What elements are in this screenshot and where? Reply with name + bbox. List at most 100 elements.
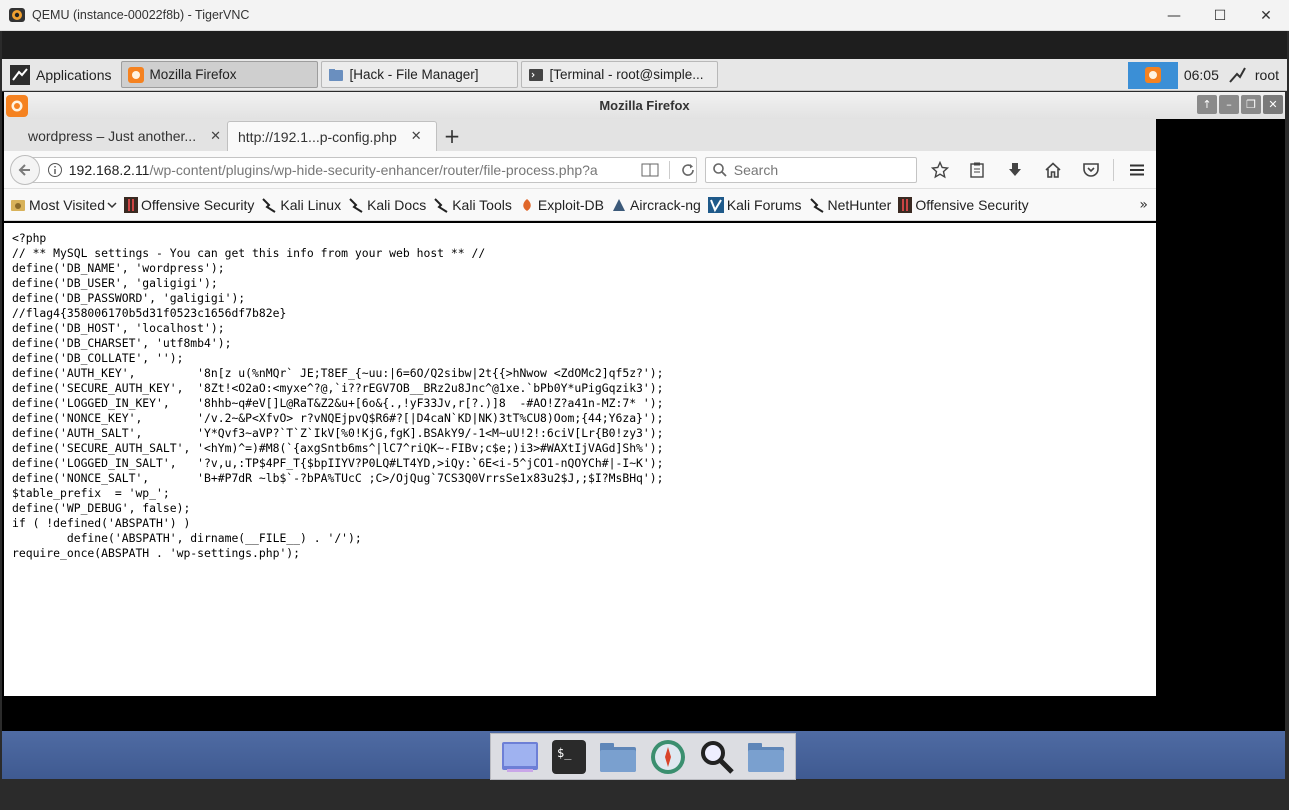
dock-item-browser[interactable] <box>647 736 689 778</box>
applications-label: Applications <box>36 66 112 83</box>
tab-label: wordpress – Just another... <box>28 128 197 144</box>
magnifier-icon <box>700 740 734 774</box>
url-bar[interactable]: 192.168.2.11/wp-content/plugins/wp-hide-… <box>31 156 697 183</box>
back-button[interactable] <box>10 154 40 185</box>
tigervnc-icon <box>9 8 25 22</box>
tab-close-icon[interactable]: ✕ <box>411 129 422 144</box>
dock-item-files[interactable] <box>597 736 639 778</box>
window-close-button[interactable]: ✕ <box>1263 95 1283 114</box>
bookmark-kali-docs[interactable]: Kali Docs <box>348 197 426 213</box>
reader-view-icon[interactable] <box>641 162 659 178</box>
dock-item-search[interactable] <box>696 736 738 778</box>
tab-wp-config[interactable]: http://192.1...p-config.php ✕ <box>227 121 437 151</box>
bookmark-label: Offensive Security <box>915 196 1029 213</box>
applications-menu-button[interactable]: Applications <box>4 61 118 89</box>
task-firefox[interactable]: Mozilla Firefox <box>120 61 318 88</box>
kali-user-icon[interactable] <box>1227 65 1247 85</box>
bookmark-nethunter[interactable]: NetHunter <box>809 197 891 213</box>
bookmarks-toolbar: Most Visited Offensive Security Kali Lin… <box>4 189 1156 221</box>
pocket-icon <box>1082 162 1099 177</box>
offsec-icon <box>124 196 138 213</box>
minimize-button[interactable]: — <box>1151 0 1197 31</box>
url-host: 192.168.2.11 <box>68 161 150 178</box>
bookmark-label: Kali Tools <box>452 196 512 213</box>
gear-folder-icon <box>11 199 25 211</box>
pocket-button[interactable] <box>1072 155 1110 185</box>
bookmark-most-visited[interactable]: Most Visited <box>10 197 117 213</box>
bookmark-aircrack-ng[interactable]: Aircrack-ng <box>611 197 701 213</box>
vnc-window-title: QEMU (instance-00022f8b) - TigerVNC <box>32 8 250 22</box>
tab-strip: wordpress – Just another... ✕ http://192… <box>4 119 1156 151</box>
bookmark-star-button[interactable] <box>921 155 959 185</box>
dock-item-folder[interactable] <box>745 736 787 778</box>
star-icon <box>930 160 949 178</box>
home-icon <box>1045 161 1061 178</box>
search-icon <box>712 162 727 177</box>
firefox-icon <box>6 95 28 117</box>
bookmark-label: Kali Linux <box>280 196 342 213</box>
tray-firefox-workspace[interactable] <box>1127 61 1178 89</box>
bookmark-exploit-db[interactable]: Exploit-DB <box>519 197 604 213</box>
bookmark-label: Offensive Security <box>141 196 255 213</box>
firefox-icon <box>1144 67 1161 83</box>
task-file-manager[interactable]: [Hack - File Manager] <box>320 61 518 88</box>
download-arrow-icon <box>1009 162 1022 176</box>
terminal-icon: $_ <box>551 739 586 774</box>
bookmark-offensive-security[interactable]: Offensive Security <box>124 196 255 213</box>
bookmark-label: Kali Docs <box>367 196 427 213</box>
navigation-toolbar: 192.168.2.11/wp-content/plugins/wp-hide-… <box>4 151 1156 189</box>
terminal-icon <box>528 68 543 81</box>
tab-close-icon[interactable]: ✕ <box>210 129 221 144</box>
window-maximize-button[interactable]: ❐ <box>1241 95 1261 114</box>
compass-icon <box>650 739 685 774</box>
kali-icon <box>809 197 824 213</box>
vnc-titlebar: QEMU (instance-00022f8b) - TigerVNC — ☐ … <box>0 0 1289 31</box>
reload-icon[interactable] <box>680 162 696 178</box>
dock: $_ <box>490 733 796 780</box>
vnc-framebuffer-top <box>2 31 1287 59</box>
url-text[interactable]: 192.168.2.11/wp-content/plugins/wp-hide-… <box>69 162 629 178</box>
bookmark-offensive-security-2[interactable]: Offensive Security <box>898 196 1029 213</box>
folder-icon <box>748 742 785 772</box>
svg-text:$_: $_ <box>557 746 572 760</box>
back-arrow-icon <box>18 163 30 176</box>
folder-icon <box>328 68 343 81</box>
home-button[interactable] <box>1034 155 1072 185</box>
hamburger-menu-icon <box>1130 164 1145 175</box>
tab-wordpress[interactable]: wordpress – Just another... ✕ <box>4 121 227 151</box>
maximize-button[interactable]: ☐ <box>1197 0 1243 31</box>
kali-dragon-icon <box>10 64 30 85</box>
dock-item-terminal[interactable]: $_ <box>548 736 590 778</box>
window-shade-button[interactable]: ↑ <box>1197 95 1217 114</box>
bookmark-kali-forums[interactable]: Kali Forums <box>707 196 802 213</box>
new-tab-button[interactable]: + <box>437 121 467 151</box>
bookmark-label: Aircrack-ng <box>630 196 701 213</box>
firefox-titlebar: Mozilla Firefox ↑ – ❐ ✕ <box>4 92 1285 119</box>
task-label: Mozilla Firefox <box>149 67 237 82</box>
library-button[interactable] <box>959 155 997 185</box>
info-icon[interactable] <box>47 162 63 178</box>
page-content: <?php // ** MySQL settings - You can get… <box>4 223 1156 696</box>
task-label: [Terminal - root@simple... <box>549 67 704 82</box>
bookmark-label: Kali Forums <box>726 196 802 213</box>
search-input[interactable] <box>733 161 914 178</box>
bookmark-kali-linux[interactable]: Kali Linux <box>261 197 341 213</box>
dock-item-desktop[interactable] <box>499 736 541 778</box>
php-source-text: <?php // ** MySQL settings - You can get… <box>12 231 664 560</box>
task-terminal[interactable]: [Terminal - root@simple... <box>520 61 718 88</box>
kali-icon <box>349 197 363 213</box>
downloads-button[interactable] <box>996 155 1034 185</box>
kali-icon <box>434 197 448 213</box>
search-bar[interactable] <box>704 156 917 183</box>
menu-button[interactable] <box>1118 155 1156 185</box>
window-minimize-button[interactable]: – <box>1219 95 1239 114</box>
bookmark-label: Exploit-DB <box>537 196 605 213</box>
panel-clock[interactable]: 06:05 <box>1184 67 1219 83</box>
bookmark-kali-tools[interactable]: Kali Tools <box>433 197 512 213</box>
desktop-icon <box>501 741 538 772</box>
close-button[interactable]: ✕ <box>1243 0 1289 31</box>
folder-icon <box>600 742 637 772</box>
bookmarks-overflow-chevron-icon[interactable]: » <box>1139 197 1148 213</box>
panel-user[interactable]: root <box>1255 67 1279 83</box>
aircrack-icon <box>613 198 626 211</box>
